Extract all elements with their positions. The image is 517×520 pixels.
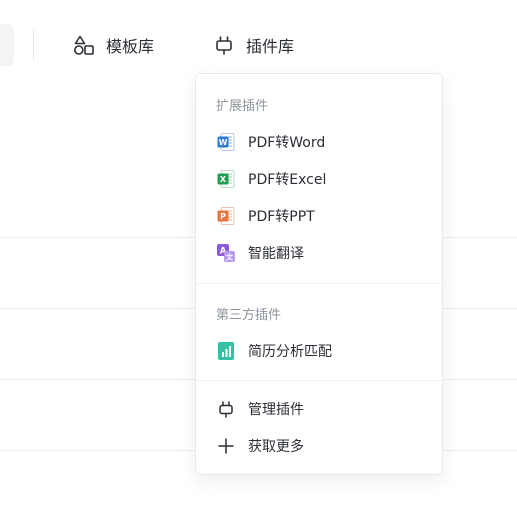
templates-button[interactable]: 模板库 <box>72 28 154 62</box>
toolbar-divider <box>33 30 34 60</box>
menu-item-label: 简历分析匹配 <box>248 344 332 360</box>
menu-item-pdf-to-ppt[interactable]: P PDF转PPT <box>216 201 430 231</box>
menu-item-label: 智能翻译 <box>248 246 304 262</box>
plugins-dropdown: 扩展插件 W PDF转Word X PDF转Excel P PDF转PPT A … <box>195 73 443 475</box>
shapes-icon <box>72 33 96 57</box>
svg-text:W: W <box>219 138 228 147</box>
menu-item-label: PDF转PPT <box>248 209 315 225</box>
menu-item-label: 管理插件 <box>248 402 304 418</box>
menu-item-manage-plugins[interactable]: 管理插件 <box>216 394 430 424</box>
svg-text:X: X <box>220 175 227 184</box>
menu-item-get-more[interactable]: 获取更多 <box>216 431 430 461</box>
menu-item-label: PDF转Excel <box>248 172 327 188</box>
menu-item-label: 获取更多 <box>248 439 304 455</box>
page: 模板库 插件库 扩展插件 W PDF转Word X PDF转Excel P PD… <box>0 0 517 520</box>
section-title-extension: 扩展插件 <box>216 99 269 114</box>
resume-chart-icon <box>216 341 236 361</box>
menu-separator <box>196 283 442 284</box>
templates-label: 模板库 <box>106 37 155 56</box>
translate-icon: A 文 <box>216 243 236 263</box>
section-title-third-party: 第三方插件 <box>216 308 282 323</box>
menu-item-pdf-to-excel[interactable]: X PDF转Excel <box>216 164 430 194</box>
plug-icon <box>212 33 236 57</box>
search-box-edge[interactable] <box>0 24 14 66</box>
svg-text:文: 文 <box>226 253 234 262</box>
menu-item-label: PDF转Word <box>248 135 326 151</box>
menu-item-resume-analysis[interactable]: 简历分析匹配 <box>216 336 430 366</box>
menu-item-pdf-to-word[interactable]: W PDF转Word <box>216 127 430 157</box>
menu-item-smart-translate[interactable]: A 文 智能翻译 <box>216 238 430 268</box>
plugins-label: 插件库 <box>246 37 295 56</box>
plus-icon <box>216 436 236 456</box>
plugins-button[interactable]: 插件库 <box>212 28 294 62</box>
plug-icon <box>216 399 236 419</box>
excel-doc-icon: X <box>216 169 236 189</box>
svg-text:P: P <box>220 212 226 221</box>
menu-separator <box>196 380 442 381</box>
ppt-doc-icon: P <box>216 206 236 226</box>
word-doc-icon: W <box>216 132 236 152</box>
